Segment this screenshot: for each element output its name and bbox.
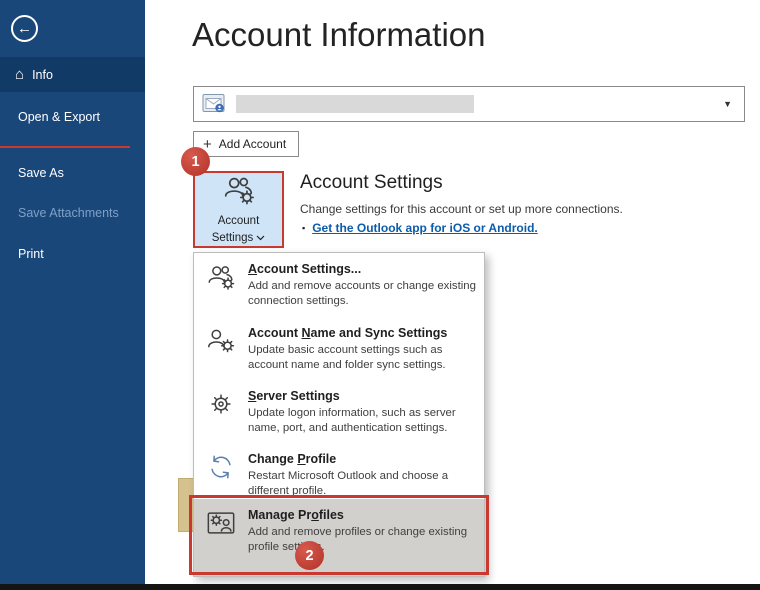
menu-item-description: Update basic account settings such as ac…: [248, 344, 446, 372]
sidebar-item-save-as[interactable]: Save As: [0, 158, 145, 188]
sidebar-item-label: Info: [32, 67, 53, 82]
back-button[interactable]: ←: [11, 15, 38, 42]
bullet-icon: ▪: [302, 223, 306, 233]
account-settings-heading: Account Settings: [300, 172, 443, 193]
people-gear-icon: [206, 262, 238, 317]
account-selector-dropdown[interactable]: ▼: [193, 86, 745, 122]
menu-item-description: Add and remove profiles or change existi…: [248, 526, 468, 554]
sidebar-item-label: Save As: [18, 166, 64, 180]
sidebar-item-label: Open & Export: [18, 110, 100, 124]
sidebar-item-label: Print: [18, 247, 44, 261]
menu-item-description: Restart Microsoft Outlook and choose a d…: [248, 470, 449, 498]
menu-item-title: Account Settings...: [248, 262, 362, 276]
get-outlook-app-link[interactable]: Get the Outlook app for iOS or Android.: [312, 221, 538, 235]
account-settings-button-label-2: Settings: [211, 232, 254, 244]
add-account-label: Add Account: [218, 137, 287, 151]
account-settings-button[interactable]: Account Settings: [193, 171, 284, 248]
menu-item-title: Manage Profiles: [248, 508, 344, 522]
gear-icon: [206, 389, 238, 443]
menu-item-account-settings[interactable]: Account Settings... Add and remove accou…: [194, 253, 484, 317]
menu-item-title: Account Name and Sync Settings: [248, 326, 448, 340]
sidebar-item-open-export[interactable]: Open & Export: [0, 101, 145, 133]
menu-item-change-profile[interactable]: Change Profile Restart Microsoft Outlook…: [194, 443, 484, 499]
chevron-down-icon: ▼: [723, 99, 732, 109]
add-account-button[interactable]: + Add Account: [193, 131, 300, 157]
home-icon: ⌂: [15, 66, 25, 83]
chevron-down-icon: [256, 236, 265, 241]
sidebar-item-save-attachments: Save Attachments: [0, 198, 145, 228]
outlook-backstage-window: ← ⌂ Info Open & Export Save As Save Atta…: [0, 0, 760, 590]
menu-item-description: Add and remove accounts or change existi…: [248, 280, 476, 308]
gear-person-card-icon: [206, 508, 238, 576]
people-gear-icon: [222, 173, 256, 212]
menu-item-title: Server Settings: [248, 389, 340, 403]
annotation-step-2-badge: 2: [295, 541, 324, 570]
sidebar-item-print[interactable]: Print: [0, 239, 145, 269]
account-settings-description: Change settings for this account or set …: [300, 202, 623, 216]
menu-item-manage-profiles[interactable]: Manage Profiles Add and remove profiles …: [194, 499, 484, 576]
menu-item-server-settings[interactable]: Server Settings Update logon information…: [194, 380, 484, 443]
back-arrow-icon: ←: [17, 20, 32, 37]
annotation-line: [0, 146, 130, 148]
sidebar-item-label: Save Attachments: [18, 206, 119, 220]
annotation-step-1-badge: 1: [181, 147, 210, 176]
refresh-arrows-icon: [206, 452, 238, 499]
backstage-sidebar: ← ⌂ Info Open & Export Save As Save Atta…: [0, 0, 145, 590]
sidebar-item-info[interactable]: ⌂ Info: [0, 57, 145, 92]
outlook-app-link-row: ▪ Get the Outlook app for iOS or Android…: [302, 221, 538, 235]
person-gear-icon: [206, 326, 238, 380]
account-avatar-icon: [202, 93, 226, 115]
account-settings-menu: Account Settings... Add and remove accou…: [193, 252, 485, 577]
menu-item-account-name-sync[interactable]: Account Name and Sync Settings Update ba…: [194, 317, 484, 380]
account-settings-button-label-1: Account: [217, 215, 260, 228]
menu-item-description: Update logon information, such as server…: [248, 407, 456, 435]
menu-item-title: Change Profile: [248, 452, 337, 466]
page-title: Account Information: [192, 16, 486, 53]
redacted-account-name: [236, 95, 474, 113]
window-bottom-edge: [0, 584, 760, 590]
